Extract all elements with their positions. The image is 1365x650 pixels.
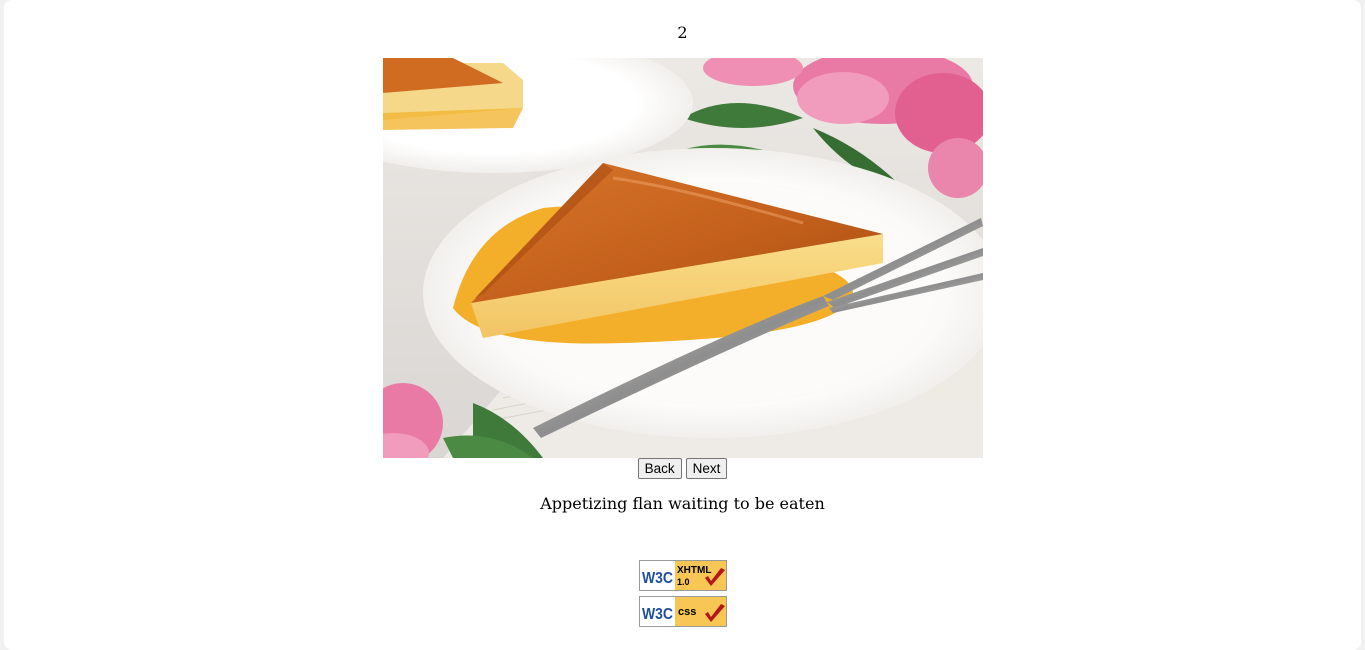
w3c-logo-text: W3C xyxy=(642,606,673,623)
flan-photo xyxy=(383,58,983,458)
w3c-css-badge[interactable]: W3C css xyxy=(639,596,727,627)
slide-counter: 2 xyxy=(677,23,688,42)
xhtml-version: 1.0 xyxy=(677,577,690,587)
next-button[interactable]: Next xyxy=(685,458,728,479)
photo-caption: Appetizing flan waiting to be eaten xyxy=(540,494,825,513)
page: 2 Back Next Appetizing flan waiting to b… xyxy=(4,0,1361,650)
css-label: css xyxy=(678,606,696,618)
slideshow-nav: Back Next xyxy=(4,458,1361,479)
w3c-xhtml-badge[interactable]: W3C XHTML 1.0 xyxy=(639,560,727,591)
back-button[interactable]: Back xyxy=(637,458,682,479)
w3c-logo-text: W3C xyxy=(642,570,673,587)
xhtml-label: XHTML xyxy=(677,565,711,576)
